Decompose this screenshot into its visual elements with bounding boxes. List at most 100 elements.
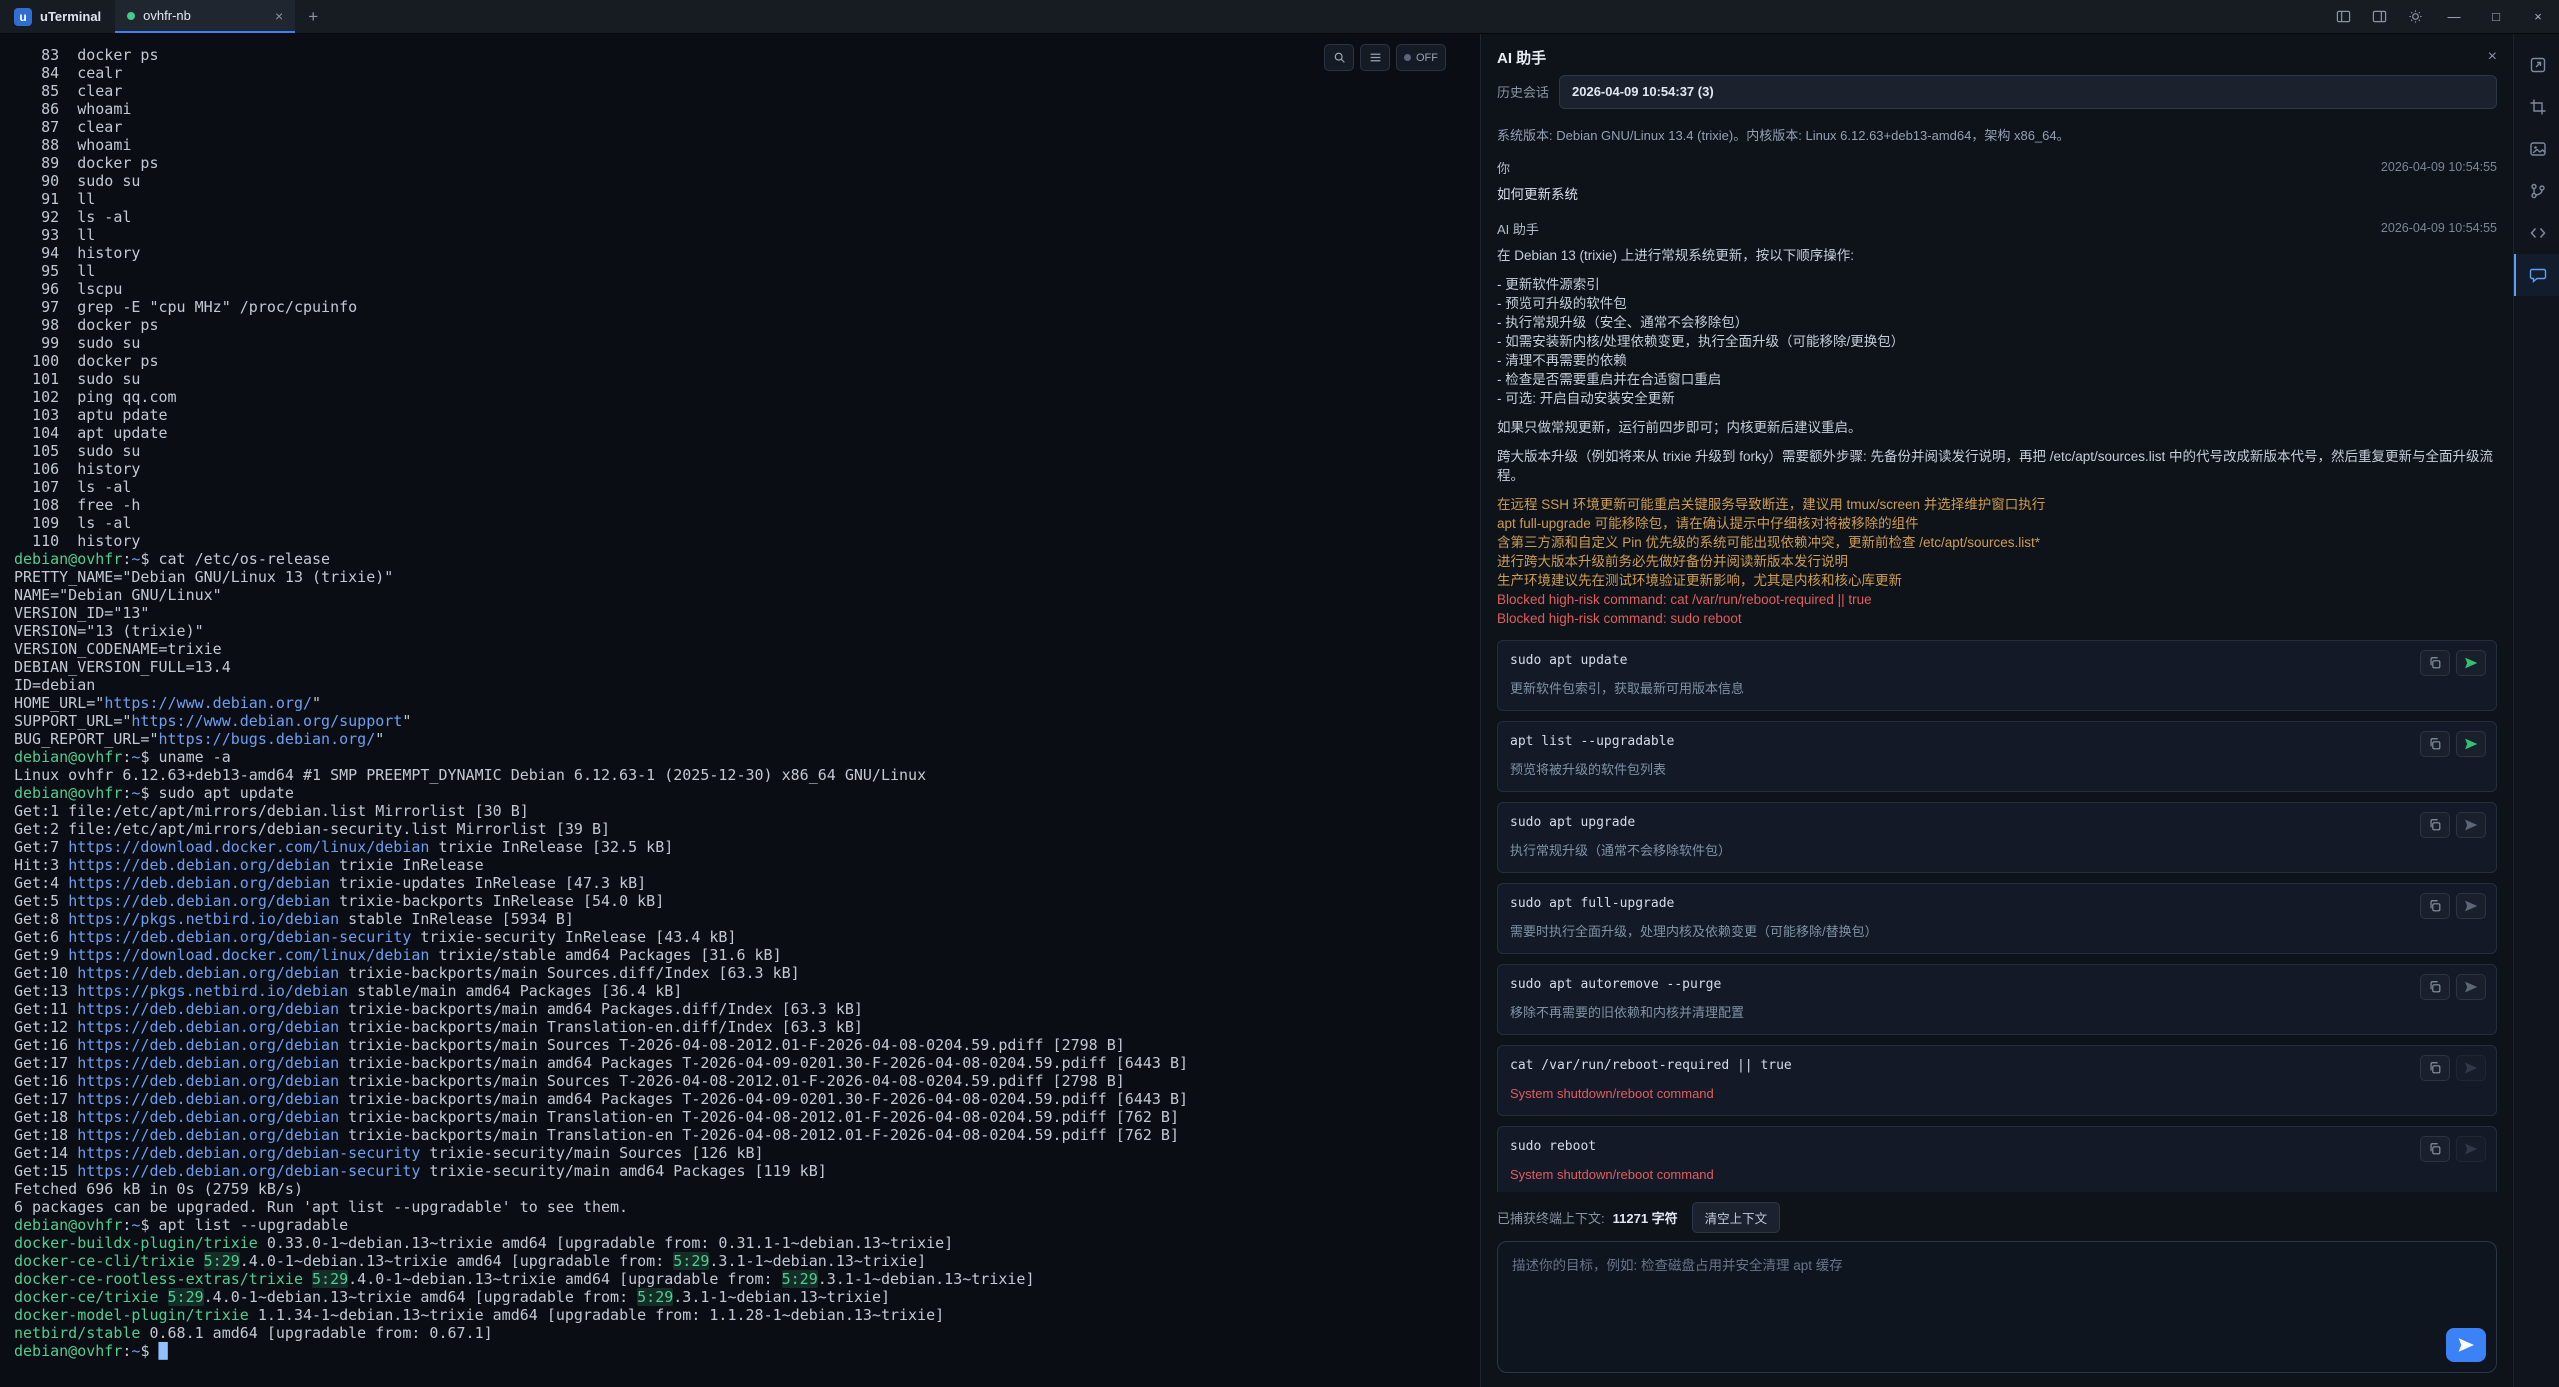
terminal-line: 99 sudo su bbox=[14, 334, 1480, 352]
branch-icon[interactable] bbox=[2514, 170, 2559, 212]
command-text: sudo reboot bbox=[1510, 1137, 2386, 1156]
copy-command-button[interactable] bbox=[2420, 1055, 2450, 1081]
toggle-status-dot bbox=[1404, 54, 1411, 61]
layout-panel-icon[interactable] bbox=[2325, 0, 2361, 33]
terminal-line: 97 grep -E "cpu MHz" /proc/cpuinfo bbox=[14, 298, 1480, 316]
terminal-line: 84 cealr bbox=[14, 64, 1480, 82]
send-button[interactable] bbox=[2446, 1328, 2486, 1362]
run-command-button[interactable] bbox=[2456, 1136, 2486, 1162]
run-command-button[interactable] bbox=[2456, 1055, 2486, 1081]
terminal-line: Get:13 https://pkgs.netbird.io/debian st… bbox=[14, 982, 1480, 1000]
terminal-search-button[interactable] bbox=[1324, 44, 1354, 71]
terminal-line: VERSION_CODENAME=trixie bbox=[14, 640, 1480, 658]
chat-messages: 系统版本: Debian GNU/Linux 13.4 (trixie)。内核版… bbox=[1497, 119, 2497, 1192]
paper-plane-icon bbox=[2458, 1337, 2474, 1353]
ai-chat-icon[interactable] bbox=[2514, 254, 2559, 296]
copy-command-button[interactable] bbox=[2420, 650, 2450, 676]
new-tab-button[interactable]: + bbox=[295, 0, 331, 33]
ai-panel-title: AI 助手 bbox=[1497, 47, 1546, 68]
theme-icon[interactable] bbox=[2397, 0, 2433, 33]
command-text: sudo apt autoremove --purge bbox=[1510, 975, 2386, 994]
maximize-button[interactable]: □ bbox=[2475, 0, 2517, 33]
ai-panel-close-icon[interactable]: × bbox=[2488, 48, 2497, 66]
command-text: cat /var/run/reboot-required || true bbox=[1510, 1056, 2386, 1075]
command-text: sudo apt update bbox=[1510, 651, 2386, 670]
copy-command-button[interactable] bbox=[2420, 812, 2450, 838]
clear-context-button[interactable]: 清空上下文 bbox=[1692, 1202, 1781, 1233]
terminal-line: 108 free -h bbox=[14, 496, 1480, 514]
terminal-menu-button[interactable] bbox=[1360, 44, 1390, 71]
terminal-line: 96 lscpu bbox=[14, 280, 1480, 298]
terminal-line: Get:18 https://deb.debian.org/debian tri… bbox=[14, 1108, 1480, 1126]
split-view-icon[interactable] bbox=[2361, 0, 2397, 33]
command-card-buttons bbox=[2420, 650, 2486, 676]
terminal-line: ID=debian bbox=[14, 676, 1480, 694]
terminal-line: Get:16 https://deb.debian.org/debian tri… bbox=[14, 1072, 1480, 1090]
terminal-line: Get:4 https://deb.debian.org/debian trix… bbox=[14, 874, 1480, 892]
terminal-off-toggle[interactable]: OFF bbox=[1396, 44, 1446, 71]
terminal-line: Get:16 https://deb.debian.org/debian tri… bbox=[14, 1036, 1480, 1054]
ai-warning-list: 在远程 SSH 环境更新可能重启关键服务导致断连，建议用 tmux/screen… bbox=[1497, 495, 2497, 590]
terminal-line: BUG_REPORT_URL="https://bugs.debian.org/… bbox=[14, 730, 1480, 748]
context-status-row: 已捕获终端上下文: 11271 字符 清空上下文 bbox=[1497, 1202, 2497, 1233]
command-description: 执行常规升级（通常不会移除软件包） bbox=[1510, 841, 2386, 860]
terminal-line: Get:12 https://deb.debian.org/debian tri… bbox=[14, 1018, 1480, 1036]
run-command-button[interactable] bbox=[2456, 650, 2486, 676]
image-icon[interactable] bbox=[2514, 128, 2559, 170]
ai-bullet-line: - 清理不再需要的依赖 bbox=[1497, 351, 2497, 370]
off-toggle-label: OFF bbox=[1416, 52, 1438, 64]
terminal-area[interactable]: OFF 83 docker ps 84 cealr 85 clear 86 wh… bbox=[0, 34, 1480, 1387]
context-character-count: 11271 字符 bbox=[1613, 1208, 1678, 1227]
terminal-line: 100 docker ps bbox=[14, 352, 1480, 370]
history-session-select[interactable]: 2026-04-09 10:54:37 (3) bbox=[1559, 75, 2497, 109]
ai-bullet-line: - 执行常规升级（安全、通常不会移除包） bbox=[1497, 313, 2497, 332]
minimize-button[interactable]: — bbox=[2433, 0, 2475, 33]
code-icon[interactable] bbox=[2514, 212, 2559, 254]
open-window-icon[interactable] bbox=[2514, 44, 2559, 86]
close-button[interactable]: × bbox=[2517, 0, 2559, 33]
copy-icon bbox=[2428, 899, 2442, 913]
crop-icon[interactable] bbox=[2514, 86, 2559, 128]
copy-command-button[interactable] bbox=[2420, 731, 2450, 757]
command-card: sudo apt full-upgrade需要时执行全面升级，处理内核及依赖变更… bbox=[1497, 883, 2497, 954]
command-card: sudo apt autoremove --purge 移除不再需要的旧依赖和内核… bbox=[1497, 964, 2497, 1035]
search-icon bbox=[1333, 51, 1346, 64]
terminal-line: HOME_URL="https://www.debian.org/" bbox=[14, 694, 1480, 712]
ai-warning-line: 进行跨大版本升级前务必先做好备份并阅读新版本发行说明 bbox=[1497, 552, 2497, 571]
command-card: cat /var/run/reboot-required || trueSyst… bbox=[1497, 1045, 2497, 1116]
send-command-icon bbox=[2464, 1142, 2478, 1156]
terminal-line: 103 aptu pdate bbox=[14, 406, 1480, 424]
side-toolbar bbox=[2513, 34, 2559, 1387]
command-text: apt list --upgradable bbox=[1510, 732, 2386, 751]
command-description: 更新软件包索引，获取最新可用版本信息 bbox=[1510, 679, 2386, 698]
terminal-line: 104 apt update bbox=[14, 424, 1480, 442]
run-command-button[interactable] bbox=[2456, 731, 2486, 757]
run-command-button[interactable] bbox=[2456, 974, 2486, 1000]
app-title: uTerminal bbox=[40, 9, 101, 24]
command-description: 移除不再需要的旧依赖和内核并清理配置 bbox=[1510, 1003, 2386, 1022]
connection-status-dot bbox=[127, 12, 135, 20]
copy-command-button[interactable] bbox=[2420, 1136, 2450, 1162]
send-command-icon bbox=[2464, 1061, 2478, 1075]
terminal-line: NAME="Debian GNU/Linux" bbox=[14, 586, 1480, 604]
terminal-line: Get:6 https://deb.debian.org/debian-secu… bbox=[14, 928, 1480, 946]
ai-goal-input[interactable] bbox=[1498, 1242, 2496, 1372]
copy-icon bbox=[2428, 656, 2442, 670]
ai-input-container bbox=[1497, 1241, 2497, 1373]
terminal-line: 88 whoami bbox=[14, 136, 1480, 154]
copy-command-button[interactable] bbox=[2420, 893, 2450, 919]
tab-close-icon[interactable]: × bbox=[275, 8, 283, 24]
terminal-line: 95 ll bbox=[14, 262, 1480, 280]
run-command-button[interactable] bbox=[2456, 812, 2486, 838]
terminal-line: Linux ovhfr 6.12.63+deb13-amd64 #1 SMP P… bbox=[14, 766, 1480, 784]
terminal-line: Get:15 https://deb.debian.org/debian-sec… bbox=[14, 1162, 1480, 1180]
run-command-button[interactable] bbox=[2456, 893, 2486, 919]
terminal-tab-ovhfr-nb[interactable]: ovhfr-nb × bbox=[115, 0, 295, 33]
command-card-buttons bbox=[2420, 812, 2486, 838]
copy-icon bbox=[2428, 818, 2442, 832]
terminal-line: Fetched 696 kB in 0s (2759 kB/s) bbox=[14, 1180, 1480, 1198]
command-card-buttons bbox=[2420, 974, 2486, 1000]
terminal-line: Hit:3 https://deb.debian.org/debian trix… bbox=[14, 856, 1480, 874]
copy-command-button[interactable] bbox=[2420, 974, 2450, 1000]
command-card-buttons bbox=[2420, 893, 2486, 919]
